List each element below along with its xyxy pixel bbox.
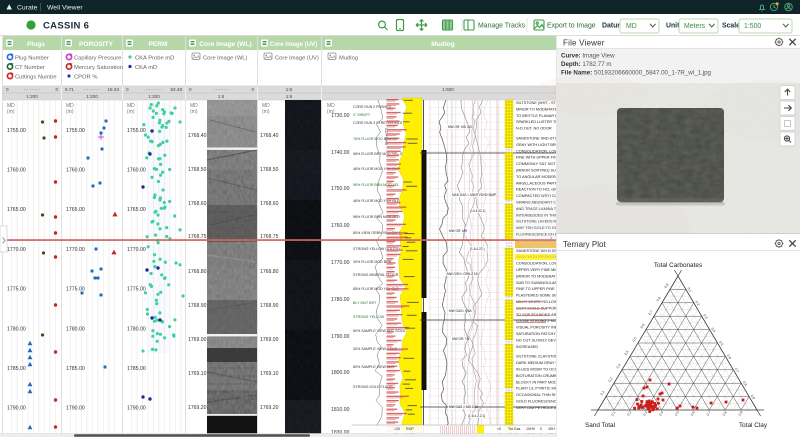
svg-text:Depth: 1782.77 m: Depth: 1782.77 m (561, 61, 612, 68)
svg-text:Total Clay: Total Clay (739, 422, 768, 429)
svg-text:Sand Total: Sand Total (585, 422, 615, 429)
svg-text:Total Carbonates: Total Carbonates (654, 262, 702, 269)
svg-text:Ternary Plot: Ternary Plot (563, 240, 606, 249)
svg-text:File Viewer: File Viewer (563, 39, 605, 48)
svg-text:Curve: Image View: Curve: Image View (561, 53, 615, 60)
